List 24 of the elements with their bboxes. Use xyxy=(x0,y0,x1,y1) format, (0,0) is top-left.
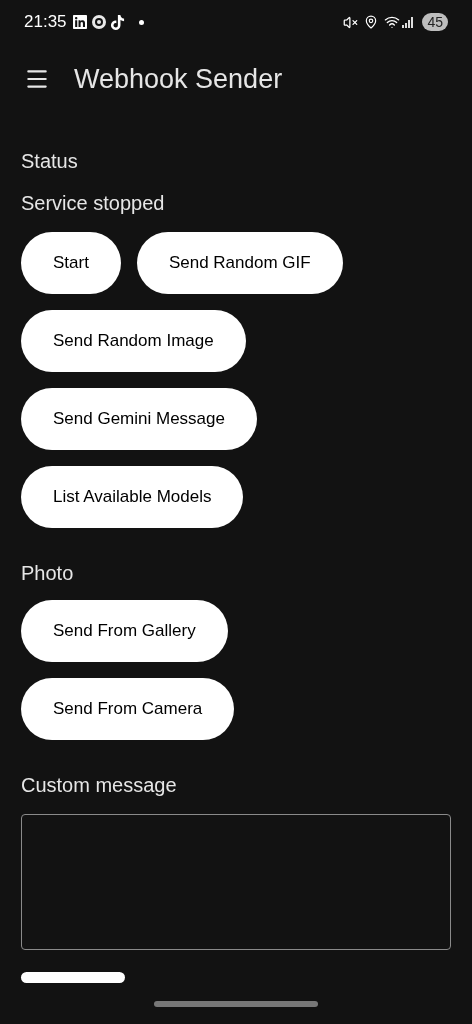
linkedin-icon xyxy=(71,14,88,30)
action-button[interactable]: List Available Models xyxy=(21,466,244,528)
dot-icon xyxy=(138,19,144,25)
action-button[interactable]: Send From Camera xyxy=(21,678,235,740)
message-input-field[interactable] xyxy=(21,814,451,950)
wifi-icon xyxy=(384,14,401,30)
section-heading: Custom message xyxy=(21,774,177,796)
status-text: Service stopped xyxy=(21,192,165,214)
tiktok-icon xyxy=(109,14,125,30)
section-heading: Photo xyxy=(21,562,74,584)
app-title: Webhook Sender xyxy=(74,62,283,96)
action-button[interactable]: Send From Gallery xyxy=(21,600,228,662)
action-button[interactable]: Send Random Image xyxy=(21,310,246,372)
action-button[interactable]: Send Gemini Message xyxy=(21,388,257,450)
mute-icon xyxy=(343,14,359,30)
partial-button[interactable] xyxy=(21,972,125,983)
battery-indicator: 45 xyxy=(422,13,448,31)
target-icon xyxy=(90,14,107,30)
status-time: 21:35 xyxy=(24,11,67,34)
section-heading: Status xyxy=(21,150,78,172)
location-icon xyxy=(364,15,379,29)
action-button[interactable]: Send Random GIF xyxy=(136,232,343,294)
signal-icon xyxy=(402,16,415,28)
action-button[interactable]: Start xyxy=(21,232,121,294)
